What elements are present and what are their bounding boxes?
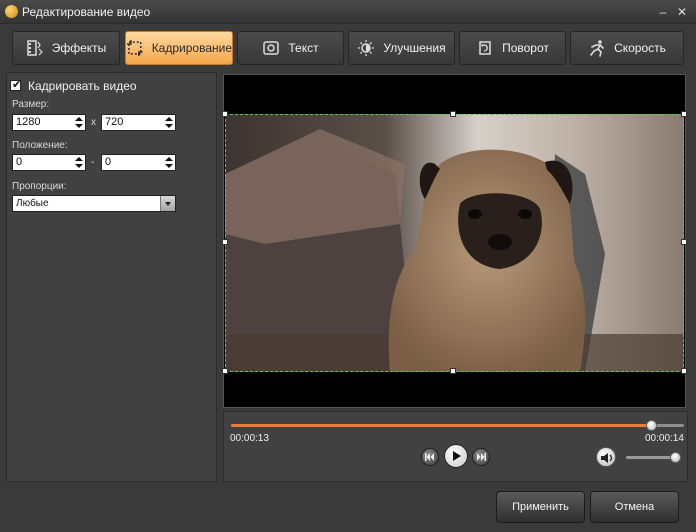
position-separator: - bbox=[91, 157, 95, 168]
text-icon bbox=[263, 41, 280, 55]
crop-handle-bottom[interactable] bbox=[450, 368, 456, 374]
tab-rotate[interactable]: Поворот bbox=[459, 31, 566, 65]
position-label: Положение: bbox=[12, 140, 68, 151]
tab-crop-label: Кадрирование bbox=[151, 41, 232, 55]
crop-video-label: Кадрировать видео bbox=[28, 79, 137, 93]
tab-text[interactable]: Текст bbox=[237, 31, 344, 65]
crop-handle-right[interactable] bbox=[681, 239, 687, 245]
size-label: Размер: bbox=[12, 99, 50, 110]
tab-effects[interactable]: Эффекты bbox=[12, 31, 120, 65]
crop-handle-top-right[interactable] bbox=[681, 111, 687, 117]
tab-effects-label: Эффекты bbox=[51, 41, 107, 55]
position-y-value: 0 bbox=[105, 156, 112, 168]
crop-area-frame[interactable] bbox=[225, 114, 684, 372]
checkmark-icon: ✔ bbox=[12, 79, 22, 91]
rewind-icon bbox=[425, 453, 434, 461]
crop-icon bbox=[126, 40, 143, 56]
play-icon bbox=[453, 451, 461, 461]
rotate-icon bbox=[479, 41, 491, 55]
volume-slider[interactable] bbox=[626, 452, 681, 463]
title-bar: Редактирование видео – ✕ bbox=[0, 0, 696, 24]
proportions-value: Любые bbox=[16, 198, 49, 209]
speaker-icon bbox=[601, 453, 613, 463]
cancel-button[interactable]: Отмена bbox=[590, 491, 679, 523]
width-value: 1280 bbox=[16, 116, 41, 128]
tool-tabs: Эффекты Кадрирование Текст Улучшения Пов… bbox=[8, 31, 688, 65]
proportions-select[interactable]: Любые bbox=[12, 195, 176, 212]
width-field[interactable]: 1280 bbox=[12, 114, 86, 131]
tab-text-label: Текст bbox=[288, 41, 319, 55]
seek-bar[interactable] bbox=[231, 420, 684, 431]
position-x-field[interactable]: 0 bbox=[12, 154, 86, 171]
minimize-button[interactable]: – bbox=[656, 5, 670, 19]
video-preview bbox=[222, 74, 687, 408]
apply-button[interactable]: Применить bbox=[496, 491, 585, 523]
tab-enhancements-label: Улучшения bbox=[383, 41, 446, 55]
position-x-stepper[interactable] bbox=[75, 155, 83, 170]
tab-speed-label: Скорость bbox=[614, 41, 666, 55]
seek-handle[interactable] bbox=[646, 420, 658, 431]
tab-enhancements[interactable]: Улучшения bbox=[348, 31, 455, 65]
width-stepper[interactable] bbox=[75, 115, 83, 130]
crop-handle-bottom-right[interactable] bbox=[681, 368, 687, 374]
crop-settings-panel bbox=[6, 72, 217, 482]
height-stepper[interactable] bbox=[165, 115, 173, 130]
proportions-label: Пропорции: bbox=[12, 181, 67, 192]
effects-icon bbox=[26, 40, 43, 56]
tab-speed[interactable]: Скорость bbox=[570, 31, 684, 65]
current-time: 00:00:13 bbox=[230, 433, 269, 444]
crop-handle-bottom-left[interactable] bbox=[222, 368, 228, 374]
height-value: 720 bbox=[105, 116, 124, 128]
crop-handle-top[interactable] bbox=[450, 111, 456, 117]
play-button[interactable] bbox=[444, 444, 468, 468]
fast-forward-icon bbox=[477, 453, 486, 461]
position-y-field[interactable]: 0 bbox=[101, 154, 176, 171]
close-button[interactable]: ✕ bbox=[675, 5, 689, 19]
volume-button[interactable] bbox=[596, 447, 616, 467]
position-y-stepper[interactable] bbox=[165, 155, 173, 170]
size-separator: x bbox=[91, 117, 96, 128]
total-time: 00:00:14 bbox=[645, 433, 684, 444]
speed-icon bbox=[590, 40, 604, 57]
seek-progress bbox=[231, 424, 653, 427]
crop-handle-top-left[interactable] bbox=[222, 111, 228, 117]
enhance-icon bbox=[358, 40, 375, 56]
crop-handle-left[interactable] bbox=[222, 239, 228, 245]
window-title: Редактирование видео bbox=[22, 5, 151, 19]
position-x-value: 0 bbox=[16, 156, 23, 168]
height-field[interactable]: 720 bbox=[101, 114, 176, 131]
player-controls: 00:00:13 00:00:14 bbox=[223, 411, 688, 482]
tab-crop[interactable]: Кадрирование bbox=[125, 31, 233, 65]
rewind-button[interactable] bbox=[421, 448, 439, 466]
volume-handle[interactable] bbox=[669, 452, 681, 463]
crop-video-checkbox[interactable]: ✔ bbox=[10, 79, 22, 91]
app-logo-icon bbox=[5, 5, 18, 18]
forward-button[interactable] bbox=[472, 448, 490, 466]
tab-rotate-label: Поворот bbox=[502, 41, 549, 55]
chevron-down-icon[interactable] bbox=[160, 196, 175, 211]
